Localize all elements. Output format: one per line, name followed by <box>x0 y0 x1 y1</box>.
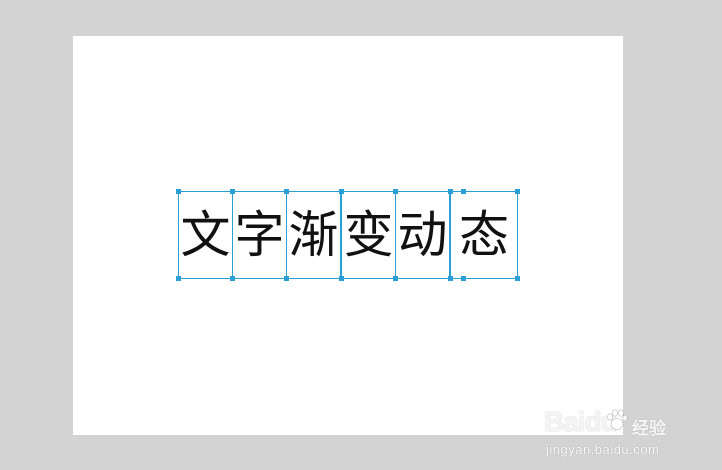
workspace: 文 字 渐 变 动 态 Baidu 经验 jingyan.baidu.com <box>0 0 722 470</box>
selection-handle[interactable] <box>176 189 181 194</box>
watermark-url: jingyan.baidu.com <box>546 442 660 457</box>
char-frame-1[interactable]: 文 <box>178 191 233 279</box>
char-glyph: 文 <box>180 206 231 264</box>
selection-handle[interactable] <box>230 276 235 281</box>
selection-handle[interactable] <box>515 276 520 281</box>
char-glyph: 动 <box>397 206 448 264</box>
char-glyph: 态 <box>459 206 509 264</box>
paw-icon <box>607 409 628 430</box>
char-frame-4[interactable]: 变 <box>341 191 396 279</box>
selection-handle[interactable] <box>284 276 289 281</box>
selection-handle[interactable] <box>284 189 289 194</box>
char-glyph: 变 <box>343 206 394 264</box>
selection-handle[interactable] <box>176 276 181 281</box>
char-glyph: 字 <box>234 206 285 264</box>
selection-handle[interactable] <box>230 189 235 194</box>
char-frame-5[interactable]: 动 <box>395 191 450 279</box>
selection-handle[interactable] <box>448 276 453 281</box>
artboard[interactable]: 文 字 渐 变 动 态 <box>73 36 623 435</box>
selection-handle[interactable] <box>339 189 344 194</box>
selection-handle[interactable] <box>461 189 466 194</box>
char-glyph: 渐 <box>288 206 339 264</box>
baidu-jingyan-watermark: Baidu 经验 jingyan.baidu.com <box>544 406 684 457</box>
selection-handle[interactable] <box>339 276 344 281</box>
selection-handle[interactable] <box>448 189 453 194</box>
watermark-product: 经验 <box>632 419 666 439</box>
char-frame-3[interactable]: 渐 <box>286 191 341 279</box>
char-frame-6[interactable]: 态 <box>450 191 518 279</box>
selection-handle[interactable] <box>461 276 466 281</box>
text-layer-selection[interactable]: 文 字 渐 变 动 态 <box>176 189 520 281</box>
char-frame-2[interactable]: 字 <box>232 191 287 279</box>
selection-handle[interactable] <box>515 189 520 194</box>
selection-handle[interactable] <box>393 276 398 281</box>
selection-handle[interactable] <box>393 189 398 194</box>
